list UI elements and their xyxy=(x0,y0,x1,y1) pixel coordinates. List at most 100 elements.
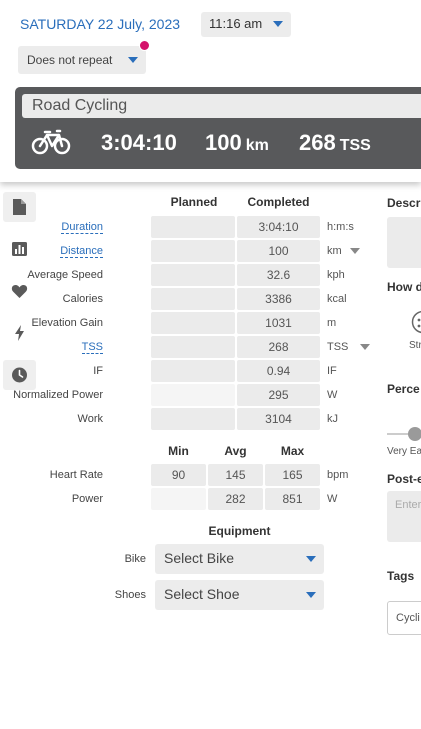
tag-value: Cycli xyxy=(396,612,420,624)
bike-select-value: Select Bike xyxy=(164,550,235,566)
min-field[interactable]: 90 xyxy=(151,464,206,486)
how-felt-label: How d xyxy=(387,280,421,294)
metric-label: Average Speed xyxy=(27,269,103,281)
completed-field[interactable]: 3104 xyxy=(237,408,320,430)
shoes-select-value: Select Shoe xyxy=(164,586,240,602)
metric-unit: W xyxy=(327,493,338,505)
time-select[interactable]: 11:16 am xyxy=(201,12,291,37)
chevron-down-icon xyxy=(306,592,316,598)
distance-stat: 100 km xyxy=(205,130,269,156)
completed-field[interactable]: 295 xyxy=(237,384,320,406)
metric-row-work: Work 3104 kJ xyxy=(0,408,380,432)
metric-label: Power xyxy=(71,493,103,505)
document-icon xyxy=(13,199,26,215)
metric-unit: IF xyxy=(327,365,337,377)
metric-row-elevation-gain: Elevation Gain 1031 m xyxy=(0,312,380,336)
completed-field[interactable]: 32.6 xyxy=(237,264,320,286)
metric-label: Calories xyxy=(62,293,103,305)
planned-header: Planned xyxy=(170,195,218,209)
very-easy-label: Very Ea xyxy=(387,446,421,457)
time-value: 11:16 am xyxy=(209,16,263,31)
planned-field[interactable] xyxy=(151,264,235,286)
avg-field[interactable]: 145 xyxy=(208,464,263,486)
planned-field[interactable] xyxy=(151,408,235,430)
tss-unit-select[interactable]: TSS xyxy=(327,341,371,353)
workout-summary-card: Road Cycling 3:04:10 100 km 268 TSS xyxy=(15,87,421,169)
planned-field[interactable] xyxy=(151,336,235,358)
planned-field[interactable] xyxy=(151,288,235,310)
distance-unit-select[interactable]: km xyxy=(327,245,360,257)
metric-unit: W xyxy=(327,389,338,401)
tss-value: 268 xyxy=(299,130,336,155)
metric-label: Work xyxy=(77,413,103,425)
feeling-face-icon[interactable] xyxy=(411,310,421,336)
post-activity-placeholder: Enter xyxy=(395,499,421,511)
workout-header: SATURDAY 22 July, 2023 11:16 am Does not… xyxy=(0,0,421,182)
avg-field[interactable]: 282 xyxy=(208,488,263,510)
planned-field[interactable] xyxy=(151,312,235,334)
metric-unit: kph xyxy=(327,269,345,281)
workout-title[interactable]: Road Cycling xyxy=(22,94,421,118)
metric-unit: TSS xyxy=(327,341,349,353)
planned-field[interactable] xyxy=(151,240,235,262)
feeling-strong-label: Str xyxy=(409,340,421,351)
max-field[interactable]: 851 xyxy=(265,488,320,510)
completed-field[interactable]: 100 xyxy=(237,240,320,262)
completed-field[interactable]: 3386 xyxy=(237,288,320,310)
tags-input[interactable]: Cycli xyxy=(387,601,421,635)
tss-stat: 268 TSS xyxy=(299,130,371,156)
metric-unit: kJ xyxy=(327,413,338,425)
chevron-down-icon xyxy=(360,344,371,351)
metric-label: Elevation Gain xyxy=(31,317,103,329)
completed-field[interactable]: 1031 xyxy=(237,312,320,334)
chevron-down-icon xyxy=(273,21,283,27)
exertion-slider-handle[interactable] xyxy=(408,427,421,441)
bike-label: Bike xyxy=(124,553,146,565)
metric-label[interactable]: TSS xyxy=(81,341,103,354)
chevron-down-icon xyxy=(128,57,138,63)
metric-row-distance: Distance 100 km xyxy=(0,240,380,264)
shoes-label: Shoes xyxy=(114,589,146,601)
planned-field[interactable] xyxy=(151,360,235,382)
metric-label: Normalized Power xyxy=(13,389,103,401)
completed-field[interactable]: 3:04:10 xyxy=(237,216,320,238)
perceived-exertion-label: Perce xyxy=(387,382,420,396)
metric-row-duration: Duration 3:04:10 h:m:s xyxy=(0,216,380,240)
planned-field[interactable] xyxy=(151,216,235,238)
bicycle-icon xyxy=(31,129,71,155)
max-header: Max xyxy=(280,444,305,458)
equipment-title: Equipment xyxy=(208,524,271,538)
avg-header: Avg xyxy=(224,444,247,458)
completed-field[interactable]: 0.94 xyxy=(237,360,320,382)
repeat-select[interactable]: Does not repeat xyxy=(18,46,146,74)
metric-unit: bpm xyxy=(327,469,349,481)
metric-unit: h:m:s xyxy=(327,221,354,233)
metric-label[interactable]: Duration xyxy=(61,221,103,234)
metric-label[interactable]: Distance xyxy=(60,245,103,258)
max-field[interactable]: 165 xyxy=(265,464,320,486)
metric-unit: kcal xyxy=(327,293,347,305)
metric-row-if: IF 0.94 IF xyxy=(0,360,380,384)
min-header: Min xyxy=(168,444,189,458)
minmax-row-heart-rate: Heart Rate 90 145 165 bpm xyxy=(0,464,380,488)
date-label[interactable]: SATURDAY 22 July, 2023 xyxy=(20,16,180,32)
duration-stat: 3:04:10 xyxy=(101,130,177,156)
metric-row-tss: TSS 268 TSS xyxy=(0,336,380,360)
bike-select[interactable]: Select Bike xyxy=(155,544,324,574)
chevron-down-icon xyxy=(349,248,360,255)
min-field xyxy=(151,488,206,510)
completed-field[interactable]: 268 xyxy=(237,336,320,358)
chevron-down-icon xyxy=(306,556,316,562)
metric-unit: m xyxy=(327,317,337,329)
distance-unit: km xyxy=(245,137,269,154)
description-input[interactable] xyxy=(387,217,421,268)
metric-unit: km xyxy=(327,245,342,257)
repeat-value: Does not repeat xyxy=(27,53,113,67)
shoes-select[interactable]: Select Shoe xyxy=(155,580,324,610)
duration-value: 3:04:10 xyxy=(101,130,177,155)
tss-unit: TSS xyxy=(339,137,371,154)
metric-row-calories: Calories 3386 kcal xyxy=(0,288,380,312)
post-activity-input[interactable]: Enter xyxy=(387,491,421,542)
notification-dot xyxy=(139,40,150,51)
description-label: Descr xyxy=(387,196,421,210)
